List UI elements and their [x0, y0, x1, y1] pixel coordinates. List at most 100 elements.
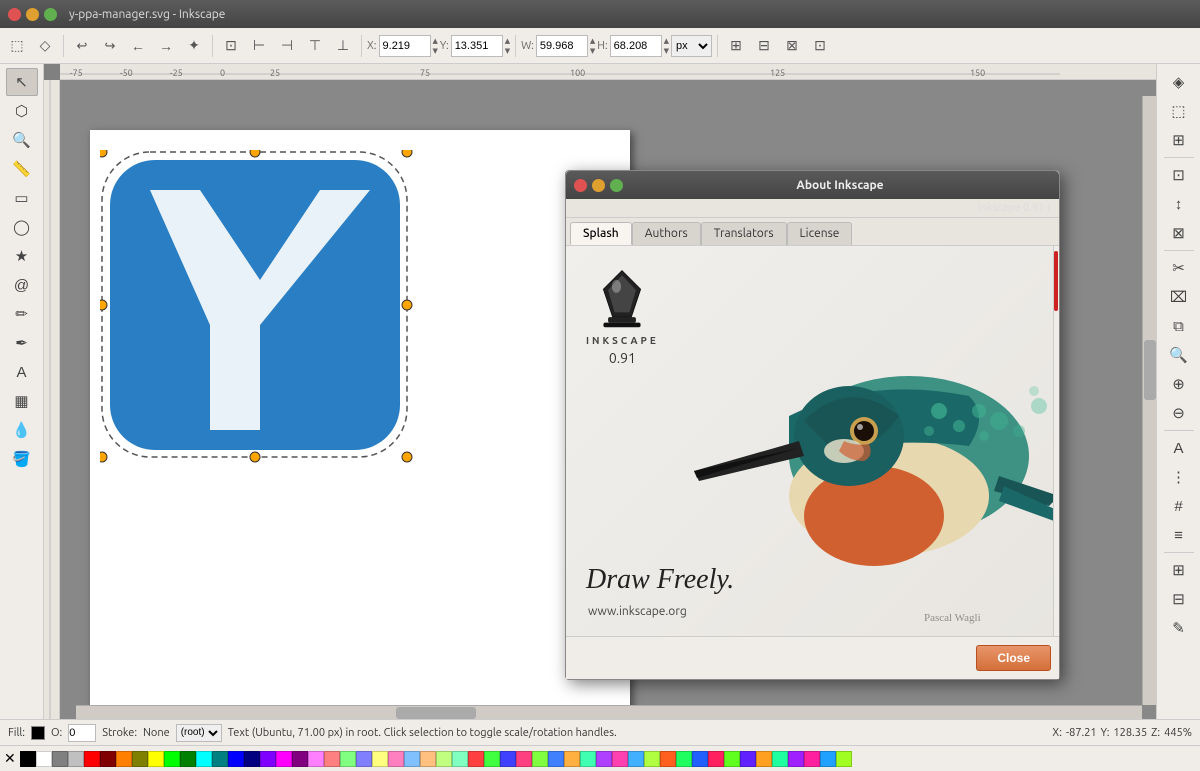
palette-color-swatch[interactable] — [804, 751, 820, 767]
maximize-window-button[interactable] — [44, 8, 57, 21]
transform-btn2[interactable]: ⊟ — [751, 33, 777, 59]
toolbar-align5-btn[interactable]: ⊥ — [330, 33, 356, 59]
toolbar-align4-btn[interactable]: ⊤ — [302, 33, 328, 59]
tool-calligraphy[interactable]: ✒ — [6, 329, 38, 357]
palette-color-swatch[interactable] — [84, 751, 100, 767]
palette-color-swatch[interactable] — [580, 751, 596, 767]
palette-color-swatch[interactable] — [836, 751, 852, 767]
palette-color-swatch[interactable] — [644, 751, 660, 767]
fill-swatch[interactable] — [31, 726, 45, 740]
palette-color-swatch[interactable] — [564, 751, 580, 767]
palette-color-swatch[interactable] — [452, 751, 468, 767]
palette-color-swatch[interactable] — [532, 751, 548, 767]
palette-color-swatch[interactable] — [740, 751, 756, 767]
dialog-maximize-btn[interactable] — [610, 179, 623, 192]
palette-color-swatch[interactable] — [20, 751, 36, 767]
scroll-indicator[interactable] — [1054, 251, 1058, 311]
tool-text[interactable]: A — [6, 358, 38, 386]
y-input[interactable] — [451, 35, 503, 57]
tool-star[interactable]: ★ — [6, 242, 38, 270]
palette-color-swatch[interactable] — [36, 751, 52, 767]
palette-color-swatch[interactable] — [436, 751, 452, 767]
tool-node[interactable]: ⬡ — [6, 97, 38, 125]
opacity-input[interactable] — [68, 724, 96, 742]
palette-color-swatch[interactable] — [420, 751, 436, 767]
palette-color-swatch[interactable] — [596, 751, 612, 767]
palette-color-swatch[interactable] — [388, 751, 404, 767]
right-tool-18[interactable]: ⊟ — [1163, 585, 1195, 613]
scroll-bar-area[interactable] — [1053, 246, 1059, 636]
right-tool-3[interactable]: ⊞ — [1163, 126, 1195, 154]
toolbar-select-btn[interactable]: ⬚ — [4, 33, 30, 59]
w-spinners[interactable]: ▲▼ — [590, 36, 595, 56]
palette-color-swatch[interactable] — [132, 751, 148, 767]
palette-color-swatch[interactable] — [724, 751, 740, 767]
toolbar-align1-btn[interactable]: ⊡ — [218, 33, 244, 59]
palette-color-swatch[interactable] — [244, 751, 260, 767]
layer-select[interactable]: (root) — [176, 724, 222, 742]
palette-color-swatch[interactable] — [148, 751, 164, 767]
y-spinners[interactable]: ▲▼ — [505, 36, 510, 56]
palette-color-swatch[interactable] — [276, 751, 292, 767]
tab-splash[interactable]: Splash — [570, 222, 632, 245]
right-tool-15[interactable]: # — [1163, 492, 1195, 520]
palette-color-swatch[interactable] — [820, 751, 836, 767]
palette-color-swatch[interactable] — [100, 751, 116, 767]
right-tool-9[interactable]: ⧉ — [1163, 312, 1195, 340]
close-dialog-button[interactable]: Close — [976, 645, 1051, 671]
right-tool-14[interactable]: ⋮ — [1163, 463, 1195, 491]
close-window-button[interactable] — [8, 8, 21, 21]
tool-dropper[interactable]: 💧 — [6, 416, 38, 444]
palette-color-swatch[interactable] — [484, 751, 500, 767]
palette-color-swatch[interactable] — [196, 751, 212, 767]
palette-color-swatch[interactable] — [324, 751, 340, 767]
transform-btn1[interactable]: ⊞ — [723, 33, 749, 59]
palette-color-swatch[interactable] — [772, 751, 788, 767]
right-tool-12[interactable]: ⊖ — [1163, 399, 1195, 427]
scrollbar-v-thumb[interactable] — [1144, 340, 1156, 400]
palette-color-swatch[interactable] — [116, 751, 132, 767]
palette-color-swatch[interactable] — [500, 751, 516, 767]
toolbar-align3-btn[interactable]: ⊣ — [274, 33, 300, 59]
palette-color-swatch[interactable] — [548, 751, 564, 767]
right-tool-4[interactable]: ⊡ — [1163, 161, 1195, 189]
palette-color-swatch[interactable] — [212, 751, 228, 767]
right-tool-8[interactable]: ⌧ — [1163, 283, 1195, 311]
window-controls[interactable] — [8, 8, 57, 21]
toolbar-align2-btn[interactable]: ⊢ — [246, 33, 272, 59]
tool-pencil[interactable]: ✏ — [6, 300, 38, 328]
dialog-close-btn[interactable] — [574, 179, 587, 192]
palette-color-swatch[interactable] — [68, 751, 84, 767]
right-tool-17[interactable]: ⊞ — [1163, 556, 1195, 584]
palette-color-swatch[interactable] — [404, 751, 420, 767]
palette-color-swatch[interactable] — [676, 751, 692, 767]
palette-color-swatch[interactable] — [260, 751, 276, 767]
tab-license[interactable]: License — [787, 222, 853, 245]
no-paint-btn[interactable]: ✕ — [4, 750, 16, 767]
palette-color-swatch[interactable] — [756, 751, 772, 767]
x-input[interactable] — [379, 35, 431, 57]
palette-color-swatch[interactable] — [340, 751, 356, 767]
tool-zoom[interactable]: 🔍 — [6, 126, 38, 154]
transform-btn4[interactable]: ⊡ — [807, 33, 833, 59]
toolbar-undo-btn[interactable]: ↩ — [69, 33, 95, 59]
dialog-window-controls[interactable] — [574, 179, 623, 192]
tool-ellipse[interactable]: ◯ — [6, 213, 38, 241]
tool-fill[interactable]: 🪣 — [6, 445, 38, 473]
palette-color-swatch[interactable] — [164, 751, 180, 767]
palette-color-swatch[interactable] — [308, 751, 324, 767]
right-tool-10[interactable]: 🔍 — [1163, 341, 1195, 369]
tab-translators[interactable]: Translators — [701, 222, 787, 245]
toolbar-zoom-btn[interactable]: ✦ — [181, 33, 207, 59]
x-spinners[interactable]: ▲▼ — [433, 36, 438, 56]
palette-color-swatch[interactable] — [660, 751, 676, 767]
right-tool-19[interactable]: ✎ — [1163, 614, 1195, 642]
h-spinners[interactable]: ▲▼ — [664, 36, 669, 56]
right-tool-6[interactable]: ⊠ — [1163, 219, 1195, 247]
vertical-scrollbar[interactable] — [1142, 96, 1156, 705]
palette-color-swatch[interactable] — [372, 751, 388, 767]
palette-color-swatch[interactable] — [788, 751, 804, 767]
palette-color-swatch[interactable] — [468, 751, 484, 767]
tool-rect[interactable]: ▭ — [6, 184, 38, 212]
palette-color-swatch[interactable] — [52, 751, 68, 767]
